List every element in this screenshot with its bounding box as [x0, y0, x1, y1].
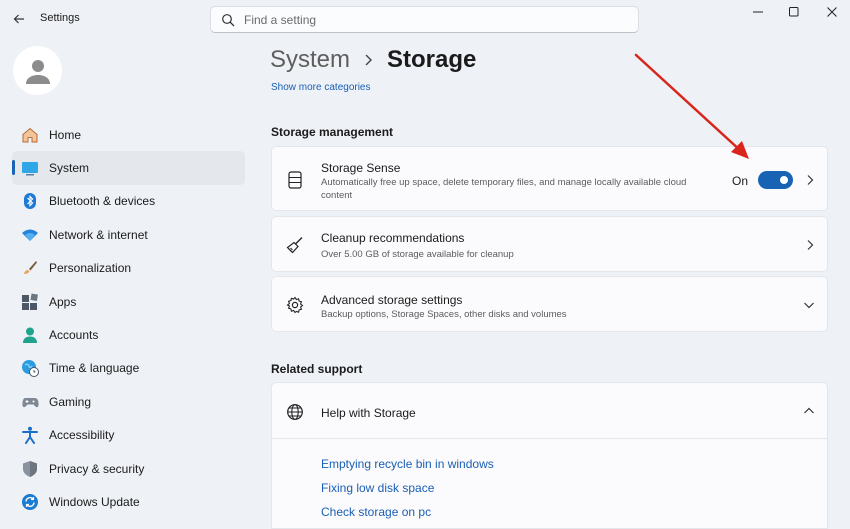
- avatar[interactable]: [13, 46, 62, 95]
- apps-icon: [21, 293, 39, 311]
- cleanup-title: Cleanup recommendations: [321, 231, 465, 245]
- advanced-storage-settings-card[interactable]: Advanced storage settings Backup options…: [271, 276, 828, 332]
- user-icon: [25, 59, 50, 84]
- sidebar-item-label: Windows Update: [49, 494, 140, 509]
- sidebar-item-accounts[interactable]: Accounts: [12, 318, 245, 351]
- help-link-recycle-bin[interactable]: Emptying recycle bin in windows: [321, 457, 494, 471]
- storage-sense-title: Storage Sense: [321, 161, 401, 175]
- back-arrow-icon: [13, 14, 24, 24]
- page-title: Storage: [387, 46, 477, 73]
- sidebar-item-gaming[interactable]: Gaming: [12, 385, 245, 418]
- back-button[interactable]: [8, 8, 30, 30]
- help-with-storage-title: Help with Storage: [321, 406, 416, 420]
- sidebar-item-label: Network & internet: [49, 227, 148, 242]
- sidebar-item-label: Gaming: [49, 394, 92, 409]
- storage-sense-description-line2: content: [321, 190, 353, 201]
- broom-icon: [286, 236, 304, 254]
- storage-management-heading: Storage management: [271, 125, 394, 139]
- minimize-icon: [753, 11, 763, 13]
- show-more-categories-link[interactable]: Show more categories: [271, 82, 371, 94]
- sidebar-item-label: Bluetooth & devices: [49, 194, 156, 209]
- sidebar-item-label: Personalization: [49, 261, 132, 276]
- cleanup-recommendations-card[interactable]: Cleanup recommendations Over 5.00 GB of …: [271, 216, 828, 272]
- sidebar-item-system[interactable]: System: [12, 151, 245, 185]
- sidebar-item-windows-update[interactable]: Windows Update: [12, 485, 245, 518]
- related-support-heading: Related support: [271, 362, 363, 376]
- minimize-button[interactable]: [740, 0, 776, 24]
- help-with-storage-header[interactable]: Help with Storage: [271, 382, 828, 439]
- sidebar-item-home[interactable]: Home: [12, 118, 245, 151]
- toggle-knob: [780, 176, 788, 184]
- sidebar-item-time-language[interactable]: Time & language: [12, 352, 245, 385]
- accounts-icon: [21, 326, 39, 344]
- maximize-button[interactable]: [776, 0, 812, 24]
- chevron-right-icon: [804, 174, 816, 186]
- sidebar-item-label: Accessibility: [49, 428, 115, 443]
- breadcrumb-parent[interactable]: System: [270, 46, 350, 74]
- globe-icon: [286, 403, 304, 421]
- sidebar-item-privacy[interactable]: Privacy & security: [12, 452, 245, 485]
- sidebar-item-label: Accounts: [49, 328, 99, 343]
- title-bar: Settings: [0, 0, 850, 38]
- chevron-right-icon: [804, 239, 816, 251]
- close-icon: [827, 7, 837, 17]
- sidebar-item-label: System: [49, 161, 90, 176]
- maximize-icon: [789, 7, 799, 17]
- annotation-arrow: [634, 53, 749, 159]
- help-links-panel: Emptying recycle bin in windows Fixing l…: [271, 439, 828, 529]
- wifi-icon: [21, 226, 39, 244]
- brush-icon: [21, 259, 39, 277]
- update-icon: [21, 493, 39, 511]
- storage-sense-toggle[interactable]: [758, 171, 793, 189]
- sidebar-item-accessibility[interactable]: Accessibility: [12, 419, 245, 452]
- sidebar-item-network[interactable]: Network & internet: [12, 218, 245, 251]
- shield-icon: [21, 460, 39, 478]
- storage-drive-icon: [286, 171, 304, 189]
- search-box[interactable]: [210, 6, 639, 33]
- search-icon: [221, 13, 235, 27]
- sidebar-item-label: Time & language: [49, 361, 140, 376]
- bluetooth-icon: [21, 192, 39, 210]
- cleanup-description: Over 5.00 GB of storage available for cl…: [321, 249, 514, 260]
- system-icon: [21, 159, 39, 177]
- sidebar-item-apps[interactable]: Apps: [12, 285, 245, 318]
- chevron-down-icon: [803, 299, 815, 311]
- accessibility-icon: [21, 426, 39, 445]
- sidebar-item-bluetooth[interactable]: Bluetooth & devices: [12, 185, 245, 218]
- gamepad-icon: [21, 393, 39, 411]
- advanced-storage-title: Advanced storage settings: [321, 293, 463, 307]
- chevron-right-icon: [364, 53, 373, 67]
- search-input[interactable]: [244, 12, 624, 27]
- breadcrumb: System Storage: [270, 46, 476, 74]
- help-link-low-disk-space[interactable]: Fixing low disk space: [321, 481, 434, 495]
- app-title: Settings: [40, 12, 80, 24]
- sidebar-nav: Home System Bluetooth & devices Network …: [12, 118, 245, 519]
- sidebar-item-label: Apps: [49, 294, 77, 309]
- advanced-storage-description: Backup options, Storage Spaces, other di…: [321, 309, 567, 320]
- gear-icon: [286, 296, 304, 314]
- storage-sense-description-line1: Automatically free up space, delete temp…: [321, 177, 687, 188]
- sidebar-item-label: Home: [49, 127, 82, 142]
- globe-clock-icon: [21, 359, 39, 378]
- chevron-up-icon: [803, 405, 815, 417]
- close-button[interactable]: [814, 0, 850, 24]
- toggle-state-label: On: [732, 174, 749, 188]
- sidebar-item-personalization[interactable]: Personalization: [12, 252, 245, 285]
- help-link-check-storage[interactable]: Check storage on pc: [321, 505, 431, 519]
- home-icon: [21, 126, 39, 144]
- sidebar-item-label: Privacy & security: [49, 461, 145, 476]
